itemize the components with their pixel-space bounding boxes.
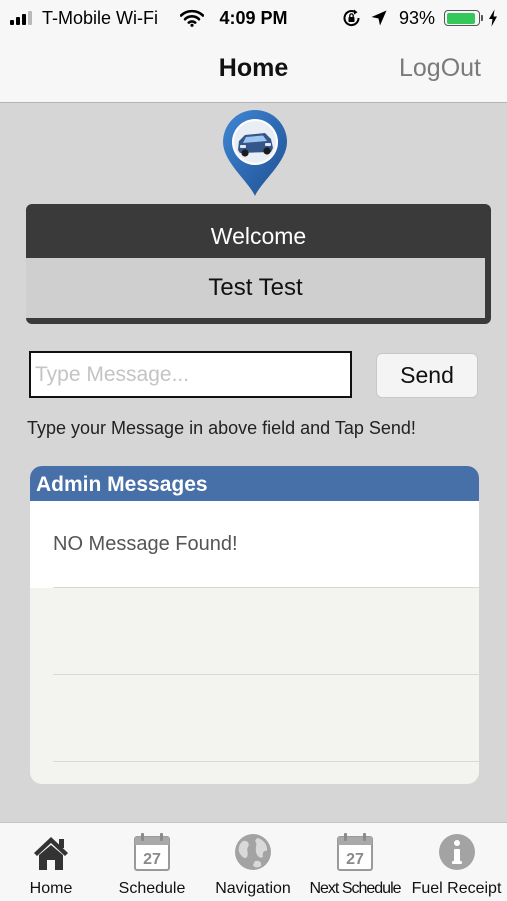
list-separator bbox=[53, 587, 479, 588]
calendar-day: 27 bbox=[346, 851, 364, 868]
calendar-icon: 27 bbox=[133, 832, 171, 877]
admin-messages-panel: Admin Messages NO Message Found! bbox=[30, 466, 479, 784]
calendar-day: 27 bbox=[143, 851, 161, 868]
tab-bar: Home 27 Schedule Navigation 27 Next Sche… bbox=[0, 822, 507, 901]
location-arrow-icon bbox=[370, 9, 388, 32]
message-input[interactable] bbox=[29, 351, 352, 398]
tab-label: Navigation bbox=[215, 880, 291, 897]
tab-navigation[interactable]: Navigation bbox=[202, 823, 304, 901]
message-hint: Type your Message in above field and Tap… bbox=[27, 418, 416, 438]
list-separator bbox=[53, 674, 479, 675]
battery-icon bbox=[444, 10, 483, 26]
list-item: NO Message Found! bbox=[30, 501, 479, 588]
empty-message-text: NO Message Found! bbox=[53, 533, 238, 555]
tab-label: Home bbox=[29, 880, 73, 897]
tab-fuel-receipt[interactable]: Fuel Receipt bbox=[406, 823, 507, 901]
tab-label: Next Schedule bbox=[309, 880, 401, 897]
send-button[interactable]: Send bbox=[376, 353, 478, 398]
home-icon bbox=[31, 832, 71, 877]
calendar-icon: 27 bbox=[336, 832, 374, 877]
info-icon bbox=[437, 832, 477, 877]
tab-label: Fuel Receipt bbox=[411, 880, 502, 897]
admin-messages-header: Admin Messages bbox=[30, 466, 479, 501]
welcome-card: Welcome Test Test bbox=[26, 204, 491, 324]
charging-bolt-icon bbox=[488, 9, 498, 32]
battery-level bbox=[446, 12, 476, 24]
welcome-label: Welcome bbox=[210, 223, 307, 249]
tab-next-schedule[interactable]: 27 Next Schedule bbox=[304, 823, 406, 901]
list-separator bbox=[53, 761, 479, 762]
navigation-bar: Home LogOut bbox=[0, 36, 507, 103]
user-name-box: Test Test bbox=[26, 258, 485, 318]
status-bar: T-Mobile Wi-Fi 4:09 PM 93% bbox=[0, 0, 507, 36]
globe-icon bbox=[233, 832, 273, 877]
tab-label: Schedule bbox=[118, 880, 186, 897]
admin-messages-title: Admin Messages bbox=[36, 473, 208, 496]
battery-percentage: 93% bbox=[399, 8, 436, 28]
tab-schedule[interactable]: 27 Schedule bbox=[102, 823, 202, 901]
logout-button[interactable]: LogOut bbox=[399, 54, 481, 83]
user-name: Test Test bbox=[208, 274, 303, 301]
orientation-lock-icon bbox=[342, 9, 362, 32]
tab-home[interactable]: Home bbox=[0, 823, 102, 901]
car-location-pin-icon bbox=[221, 110, 289, 203]
